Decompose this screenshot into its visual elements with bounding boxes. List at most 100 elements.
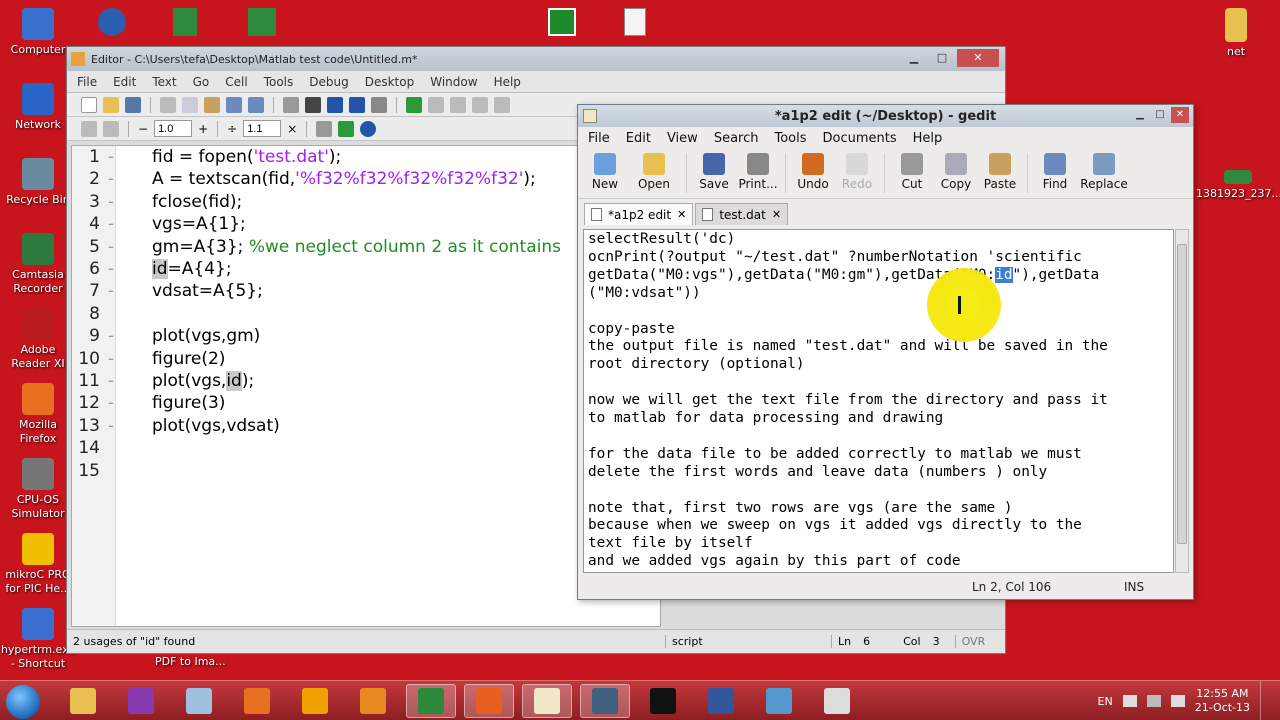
taskbar-item[interactable] bbox=[696, 684, 746, 718]
multiply-button[interactable]: × bbox=[287, 122, 297, 136]
menu-item[interactable]: Tools bbox=[774, 131, 806, 146]
menu-item[interactable]: Window bbox=[430, 75, 477, 89]
cell-mode-icon[interactable] bbox=[338, 120, 355, 137]
info-icon[interactable] bbox=[360, 120, 377, 137]
divide-button[interactable]: ÷ bbox=[227, 122, 237, 136]
app-icon[interactable] bbox=[248, 8, 276, 36]
copy-button[interactable]: Copy bbox=[935, 149, 977, 191]
desktop-icon-image[interactable]: 1381923_237... bbox=[1196, 170, 1280, 201]
menu-item[interactable]: File bbox=[77, 75, 97, 89]
app-icon[interactable] bbox=[173, 8, 197, 36]
taskbar-item[interactable] bbox=[406, 684, 456, 718]
taskbar-item[interactable] bbox=[348, 684, 398, 718]
app-icon[interactable] bbox=[98, 8, 126, 36]
step-out-icon[interactable] bbox=[494, 96, 510, 113]
text-file-icon[interactable] bbox=[624, 8, 646, 36]
taskbar-item[interactable] bbox=[464, 684, 514, 718]
save-icon[interactable] bbox=[125, 96, 141, 113]
tab-close-icon[interactable]: ✕ bbox=[772, 208, 781, 221]
open-folder-icon[interactable] bbox=[103, 96, 119, 113]
code-line[interactable]: 2- A = textscan(fid,'%f32%f32%f32%f32%f32… bbox=[72, 168, 536, 190]
maximize-button[interactable]: □ bbox=[1151, 107, 1169, 123]
taskbar-item[interactable] bbox=[174, 684, 224, 718]
document-tab[interactable]: test.dat ✕ bbox=[695, 203, 789, 225]
menu-item[interactable]: Documents bbox=[823, 131, 897, 146]
forward-arrow-icon[interactable] bbox=[349, 96, 365, 113]
undo-icon[interactable] bbox=[226, 96, 242, 113]
desktop-icon[interactable]: Mozilla Firefox bbox=[0, 383, 76, 446]
code-line[interactable]: 8 bbox=[72, 303, 152, 325]
code-line[interactable]: 4- vgs=A{1}; bbox=[72, 213, 246, 235]
tab-close-icon[interactable]: ✕ bbox=[677, 208, 686, 221]
text-view[interactable]: selectResult('dc) ocnPrint(?output "~/tes… bbox=[583, 229, 1174, 573]
editor-titlebar[interactable]: Editor - C:\Users\tefa\Desktop\Matlab te… bbox=[67, 47, 1005, 71]
code-editor[interactable]: 1- fid = fopen('test.dat'); 2- A = textscan… bbox=[71, 145, 661, 627]
insert-cell-icon[interactable] bbox=[81, 120, 97, 137]
run-icon[interactable] bbox=[406, 96, 422, 113]
print-button[interactable]: Print... bbox=[737, 149, 779, 191]
language-indicator[interactable]: EN bbox=[1098, 695, 1113, 708]
show-desktop-button[interactable] bbox=[1260, 681, 1270, 720]
menu-item[interactable]: View bbox=[667, 131, 698, 146]
desktop-icon[interactable]: Network bbox=[0, 83, 76, 132]
desktop-icon-net[interactable]: net bbox=[1198, 8, 1274, 59]
step-in-icon[interactable] bbox=[472, 96, 488, 113]
taskbar-item[interactable] bbox=[812, 684, 862, 718]
undo-button[interactable]: Undo bbox=[792, 149, 834, 191]
menu-item[interactable]: File bbox=[588, 131, 610, 146]
taskbar-item[interactable] bbox=[638, 684, 688, 718]
cut-icon[interactable] bbox=[160, 96, 176, 113]
back-arrow-icon[interactable] bbox=[327, 96, 343, 113]
code-line[interactable]: 6- id=A{4}; bbox=[72, 258, 232, 280]
code-line[interactable]: 9- plot(vgs,gm) bbox=[72, 325, 260, 347]
menu-item[interactable]: Edit bbox=[113, 75, 136, 89]
menu-item[interactable]: Tools bbox=[264, 75, 294, 89]
redo-icon[interactable] bbox=[248, 96, 264, 113]
menu-item[interactable]: Text bbox=[152, 75, 176, 89]
new-file-icon[interactable] bbox=[81, 96, 97, 113]
menu-item[interactable]: Search bbox=[714, 131, 759, 146]
code-line[interactable]: 1- fid = fopen('test.dat'); bbox=[72, 146, 341, 168]
utorrent-icon[interactable] bbox=[548, 8, 576, 36]
code-line[interactable]: 12- figure(3) bbox=[72, 392, 225, 414]
paste-icon[interactable] bbox=[204, 96, 220, 113]
menu-item[interactable]: Help bbox=[494, 75, 521, 89]
maximize-button[interactable]: □ bbox=[929, 49, 955, 67]
close-button[interactable]: ✕ bbox=[1171, 107, 1189, 123]
gedit-titlebar[interactable]: *a1p2 edit (~/Desktop) - gedit ▁ □ ✕ bbox=[578, 105, 1193, 127]
code-line[interactable]: 7- vdsat=A{5}; bbox=[72, 280, 263, 302]
desktop-icon[interactable]: CPU-OS Simulator bbox=[0, 458, 76, 521]
new-button[interactable]: New bbox=[584, 149, 626, 191]
code-line[interactable]: 10- figure(2) bbox=[72, 348, 225, 370]
redo-button[interactable]: Redo bbox=[836, 149, 878, 191]
code-line[interactable]: 14 bbox=[72, 437, 152, 459]
code-line[interactable]: 13- plot(vgs,vdsat) bbox=[72, 415, 279, 437]
minimize-button[interactable]: ▁ bbox=[901, 49, 927, 67]
decrement-button[interactable]: − bbox=[138, 122, 148, 136]
taskbar-item[interactable] bbox=[522, 684, 572, 718]
menu-item[interactable]: Desktop bbox=[365, 75, 415, 89]
paste-button[interactable]: Paste bbox=[979, 149, 1021, 191]
menu-item[interactable]: Help bbox=[913, 131, 943, 146]
clock[interactable]: 12:55 AM 21-Oct-13 bbox=[1195, 687, 1250, 715]
code-line[interactable]: 11- plot(vgs,id); bbox=[72, 370, 254, 392]
replace-button[interactable]: Replace bbox=[1078, 149, 1130, 191]
desktop-icon[interactable]: Computer bbox=[0, 8, 76, 57]
taskbar-item[interactable] bbox=[116, 684, 166, 718]
save-button[interactable]: Save bbox=[693, 149, 735, 191]
increment-button[interactable]: + bbox=[198, 122, 208, 136]
code-line[interactable]: 15 bbox=[72, 460, 152, 482]
taskbar-item[interactable] bbox=[754, 684, 804, 718]
increment-value-field[interactable] bbox=[154, 120, 193, 137]
eval-cell-icon[interactable] bbox=[103, 120, 119, 137]
menu-item[interactable]: Cell bbox=[225, 75, 247, 89]
scale-value-field[interactable] bbox=[243, 120, 282, 137]
flag-icon[interactable] bbox=[1122, 695, 1137, 707]
taskbar-item[interactable] bbox=[58, 684, 108, 718]
code-line[interactable]: 3- fclose(fid); bbox=[72, 191, 242, 213]
cell-mode-icon[interactable] bbox=[316, 120, 333, 137]
breakpoint-icon[interactable] bbox=[428, 96, 444, 113]
function-icon[interactable] bbox=[371, 96, 387, 113]
print-icon[interactable] bbox=[283, 96, 299, 113]
step-icon[interactable] bbox=[450, 96, 466, 113]
